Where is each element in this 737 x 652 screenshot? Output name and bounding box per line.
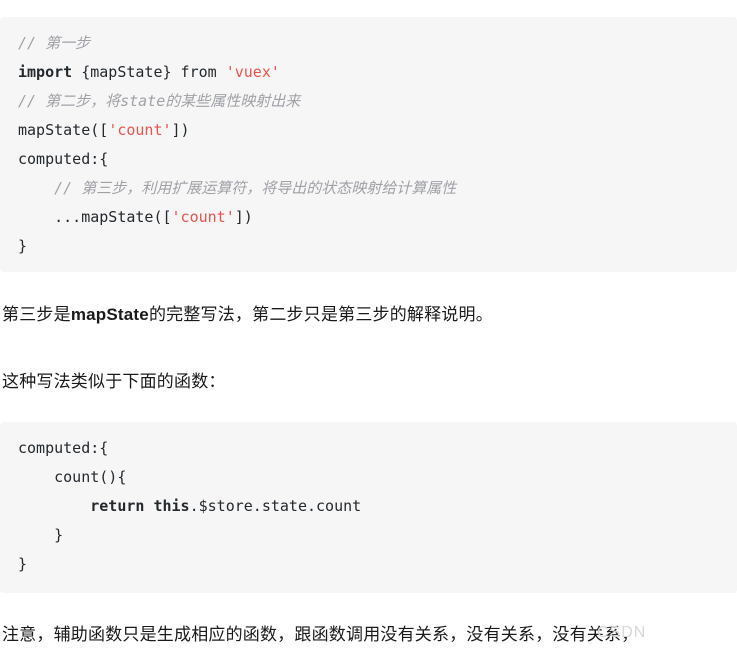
code-text: computed:{ xyxy=(18,439,109,457)
code-comment: // 第三步，利用扩展运算符，将导出的状态映射给计算属性 xyxy=(18,179,457,197)
article-page: // 第一步 import {mapState} from 'vuex' // … xyxy=(0,0,737,652)
code-keyword: return this xyxy=(90,497,190,515)
code-string: 'count' xyxy=(171,208,235,226)
code-text: } xyxy=(18,555,28,573)
paragraph-text-segment: 的完整写法，第二步只是第三步的解释说明。 xyxy=(148,305,493,324)
code-line: ...mapState(['count']) xyxy=(0,203,737,232)
code-line: import {mapState} from 'vuex' xyxy=(0,58,737,87)
code-keyword: import xyxy=(18,63,73,81)
code-line: } xyxy=(0,232,737,261)
code-text: count(){ xyxy=(18,468,127,486)
paragraph-mapstate-explanation: 第三步是mapState的完整写法，第二步只是第三步的解释说明。 xyxy=(2,302,493,328)
code-string: 'count' xyxy=(108,121,172,139)
code-text: ...mapState([ xyxy=(18,208,172,226)
code-line: } xyxy=(0,550,737,579)
code-line: // 第三步，利用扩展运算符，将导出的状态映射给计算属性 xyxy=(0,174,737,203)
code-line: // 第一步 xyxy=(0,29,737,58)
code-text: {mapState} from xyxy=(72,63,226,81)
code-string: 'vuex' xyxy=(225,63,280,81)
code-line: // 第二步，将state的某些属性映射出来 xyxy=(0,87,737,116)
code-text: ]) xyxy=(171,121,190,139)
code-line: } xyxy=(0,521,737,550)
code-line: count(){ xyxy=(0,463,737,492)
code-text: .$store.state.count xyxy=(189,497,362,515)
code-comment: // 第一步 xyxy=(18,34,91,52)
paragraph-bold-term: mapState xyxy=(70,305,149,324)
code-line: computed:{ xyxy=(0,434,737,463)
code-text: } xyxy=(18,237,28,255)
code-block-mapstate: // 第一步 import {mapState} from 'vuex' // … xyxy=(0,17,737,272)
code-text: computed:{ xyxy=(18,150,109,168)
paragraph-similar-function: 这种写法类似于下面的函数： xyxy=(2,372,226,391)
paragraph-note: 注意，辅助函数只是生成相应的函数，跟函数调用没有关系，没有关系，没有关系， xyxy=(2,625,639,644)
code-text: mapState([ xyxy=(18,121,109,139)
paragraph-text-segment: 第三步是 xyxy=(2,305,71,324)
code-comment: // 第二步，将state的某些属性映射出来 xyxy=(18,92,301,110)
code-block-computed: computed:{ count(){ return this.$store.s… xyxy=(0,422,737,593)
code-text: } xyxy=(18,526,64,544)
code-text: ]) xyxy=(234,208,253,226)
code-line: return this.$store.state.count xyxy=(0,492,737,521)
code-line: computed:{ xyxy=(0,145,737,174)
code-line: mapState(['count']) xyxy=(0,116,737,145)
